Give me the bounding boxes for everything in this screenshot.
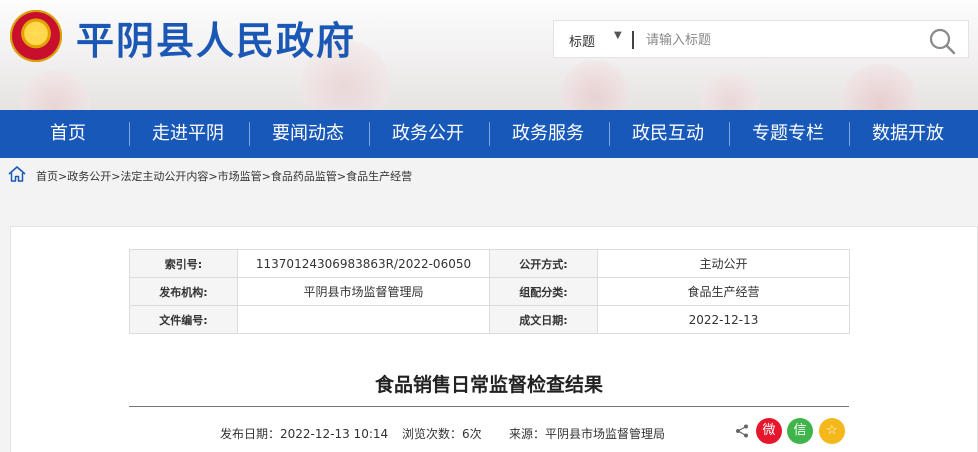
- nav-item-home[interactable]: 首页: [8, 110, 128, 158]
- home-icon[interactable]: [8, 166, 26, 182]
- search-category-select[interactable]: 标题: [569, 31, 595, 50]
- category-value: 食品生产经营: [597, 277, 850, 306]
- breadcrumb-item[interactable]: 法定主动公开内容: [120, 170, 208, 183]
- main-nav: 首页 走进平阴 要闻动态 政务公开 政务服务 政民互动 专题专栏 数据开放: [0, 110, 978, 158]
- share-icon[interactable]: [735, 424, 749, 438]
- table-row: 文件编号: 成文日期: 2022-12-13: [129, 305, 850, 334]
- nav-item-interaction[interactable]: 政民互动: [608, 110, 728, 158]
- site-title[interactable]: 平阴县人民政府: [76, 10, 356, 65]
- publisher-label: 发布机构:: [129, 277, 238, 306]
- breadcrumb-separator: >: [58, 170, 68, 183]
- chevron-down-icon[interactable]: ▼: [614, 30, 622, 41]
- emblem-star-icon: ★: [28, 24, 44, 43]
- index-value: 11370124306983863R/2022-06050: [237, 249, 490, 278]
- nav-item-news[interactable]: 要闻动态: [248, 110, 368, 158]
- background-flower: [20, 70, 90, 110]
- category-label: 组配分类:: [489, 277, 598, 306]
- open-mode-label: 公开方式:: [489, 249, 598, 278]
- nav-item-gov-service[interactable]: 政务服务: [488, 110, 608, 158]
- search-icon[interactable]: [928, 27, 956, 55]
- table-row: 索引号: 11370124306983863R/2022-06050 公开方式:…: [129, 249, 850, 278]
- date-label: 成文日期:: [489, 305, 598, 334]
- article-source: 来源：平阴县市场监督管理局: [509, 427, 666, 441]
- national-emblem-logo[interactable]: ★: [10, 10, 62, 62]
- article-title: 食品销售日常监督检查结果: [374, 374, 603, 396]
- breadcrumb-separator: >: [208, 170, 218, 183]
- breadcrumb-item[interactable]: 食品生产经营: [346, 170, 412, 183]
- view-count: 浏览次数：6次: [402, 427, 482, 441]
- title-divider: [129, 406, 849, 407]
- nav-item-open-data[interactable]: 数据开放: [848, 110, 968, 158]
- breadcrumb: 首页>政务公开>法定主动公开内容>市场监管>食品药品监管>食品生产经营: [0, 158, 978, 192]
- publish-date: 发布日期：2022-12-13 10:14: [220, 427, 389, 441]
- nav-item-about[interactable]: 走进平阴: [128, 110, 248, 158]
- search-divider: [632, 31, 634, 49]
- table-row: 发布机构: 平阴县市场监督管理局 组配分类: 食品生产经营: [129, 277, 850, 306]
- breadcrumb-separator: >: [336, 170, 347, 183]
- background-flower: [840, 64, 920, 110]
- breadcrumb-links: 首页>政务公开>法定主动公开内容>市场监管>食品药品监管>食品生产经营: [36, 168, 412, 184]
- breadcrumb-item[interactable]: 食品药品监管: [271, 170, 337, 183]
- doc-no-value: [237, 305, 490, 334]
- site-header: ★ 平阴县人民政府 标题 ▼: [0, 0, 978, 110]
- search-bar: 标题 ▼: [553, 20, 969, 58]
- nav-item-gov-open[interactable]: 政务公开: [368, 110, 488, 158]
- background-flower: [560, 60, 630, 110]
- index-label: 索引号:: [129, 249, 238, 278]
- breadcrumb-item[interactable]: 政务公开: [67, 170, 111, 183]
- nav-item-topics[interactable]: 专题专栏: [728, 110, 848, 158]
- background-flower: [700, 72, 760, 110]
- favorite-icon[interactable]: ☆: [819, 418, 845, 444]
- publisher-value: 平阴县市场监督管理局: [237, 277, 490, 306]
- weibo-share-icon[interactable]: 微: [756, 418, 782, 444]
- doc-no-label: 文件编号:: [129, 305, 238, 334]
- breadcrumb-item[interactable]: 市场监管: [218, 170, 262, 183]
- breadcrumb-separator: >: [261, 170, 271, 183]
- date-value: 2022-12-13: [597, 305, 850, 334]
- search-input[interactable]: [646, 29, 916, 51]
- breadcrumb-item[interactable]: 首页: [36, 170, 58, 183]
- open-mode-value: 主动公开: [597, 249, 850, 278]
- metadata-table: 索引号: 11370124306983863R/2022-06050 公开方式:…: [129, 249, 850, 334]
- wechat-share-icon[interactable]: 信: [787, 418, 813, 444]
